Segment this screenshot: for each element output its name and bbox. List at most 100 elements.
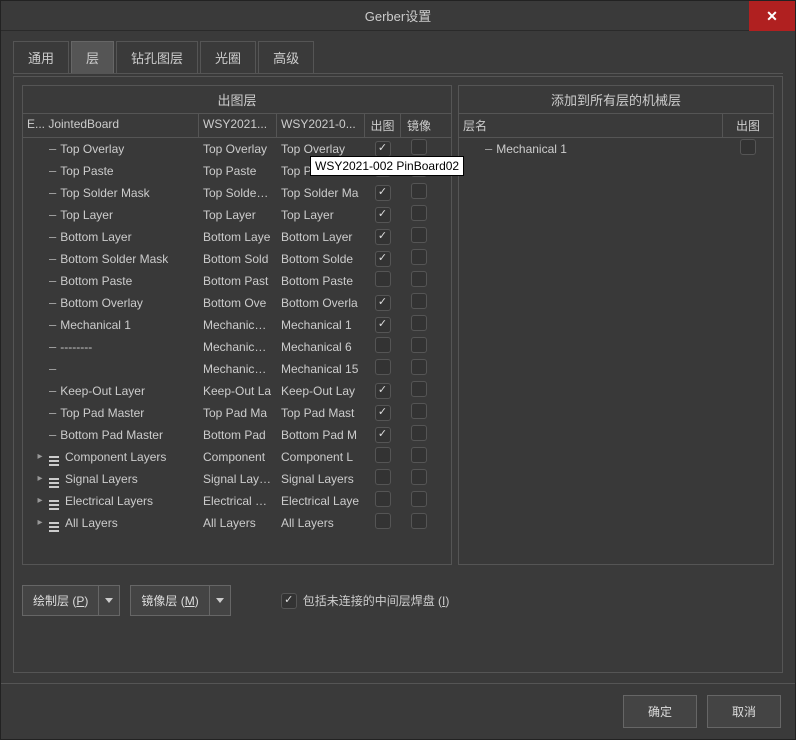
cell-board2: Mechanical 6 — [277, 338, 365, 356]
expander-icon[interactable]: ▸ — [35, 451, 45, 462]
table-row[interactable]: ▸All LayersAll LayersAll Layers — [23, 512, 451, 534]
close-button[interactable]: ✕ — [749, 1, 795, 31]
col-board1[interactable]: WSY2021... — [199, 114, 277, 137]
mirror-checkbox[interactable] — [411, 491, 427, 507]
mechanical-layers-body[interactable]: —Mechanical 1 — [459, 138, 773, 564]
tab-drill[interactable]: 钻孔图层 — [116, 41, 198, 73]
table-row[interactable]: —Mechanical 1Mechanical 1Mechanical 1 — [23, 314, 451, 336]
plot-checkbox[interactable] — [375, 469, 391, 485]
table-row[interactable]: —Top Pad MasterTop Pad MaTop Pad Mast — [23, 402, 451, 424]
plot-checkbox[interactable] — [375, 141, 391, 157]
cancel-button[interactable]: 取消 — [707, 695, 781, 728]
col-layer-name[interactable]: 层名 — [459, 114, 723, 137]
mirror-checkbox[interactable] — [411, 425, 427, 441]
tab-advanced[interactable]: 高级 — [258, 41, 314, 73]
plot-checkbox[interactable] — [375, 491, 391, 507]
tab-general[interactable]: 通用 — [13, 41, 69, 73]
expander-icon[interactable]: ▸ — [35, 517, 45, 528]
table-row[interactable]: —Bottom OverlayBottom OveBottom Overla — [23, 292, 451, 314]
mirror-checkbox[interactable] — [411, 315, 427, 331]
tab-aperture[interactable]: 光圈 — [200, 41, 256, 73]
cell-board2: Mechanical 15 — [277, 360, 365, 378]
table-row[interactable]: —Bottom Solder MaskBottom SoldBottom Sol… — [23, 248, 451, 270]
cell-board2: Component L — [277, 448, 365, 466]
mirror-checkbox[interactable] — [411, 403, 427, 419]
plot-layers-body[interactable]: —Top OverlayTop OverlayTop Overlay—Top P… — [23, 138, 451, 564]
mirror-checkbox[interactable] — [411, 271, 427, 287]
plot-checkbox[interactable] — [375, 513, 391, 529]
mirror-checkbox[interactable] — [411, 227, 427, 243]
plot-checkbox[interactable] — [375, 317, 391, 333]
expander-icon[interactable]: ▸ — [35, 495, 45, 506]
mirror-checkbox[interactable] — [411, 183, 427, 199]
plot-checkbox[interactable] — [375, 383, 391, 399]
table-row[interactable]: —Mechanical 1 — [459, 138, 773, 160]
layer-name: Mechanical 1 — [496, 142, 567, 156]
table-row[interactable]: —Bottom Pad MasterBottom PadBottom Pad M — [23, 424, 451, 446]
mirror-checkbox[interactable] — [411, 249, 427, 265]
expander-icon[interactable]: ▸ — [35, 473, 45, 484]
plot-checkbox[interactable] — [375, 405, 391, 421]
mirror-checkbox[interactable] — [411, 205, 427, 221]
col-mirror[interactable]: 镜像 — [401, 114, 437, 137]
layer-name: Bottom Solder Mask — [60, 252, 168, 266]
dialog-footer: 确定 取消 — [1, 683, 795, 739]
cell-board1: Bottom Sold — [199, 250, 277, 268]
mirror-checkbox[interactable] — [411, 359, 427, 375]
table-row[interactable]: —Mechanical 1Mechanical 15 — [23, 358, 451, 380]
cell-board2: Top Overlay — [277, 140, 365, 158]
plot-checkbox[interactable] — [375, 359, 391, 375]
mirror-checkbox[interactable] — [411, 139, 427, 155]
table-row[interactable]: ▸Signal LayersSignal LayersSignal Layers — [23, 468, 451, 490]
plot-checkbox[interactable] — [375, 271, 391, 287]
mirror-layer-button[interactable]: 镜像层 (M) — [130, 585, 209, 616]
plot-checkbox[interactable] — [375, 207, 391, 223]
cell-board1: Top Solder M — [199, 184, 277, 202]
table-row[interactable]: —Keep-Out LayerKeep-Out LaKeep-Out Lay — [23, 380, 451, 402]
layer-name: Top Layer — [60, 208, 113, 222]
plot-checkbox[interactable] — [375, 427, 391, 443]
table-row[interactable]: ▸Component LayersComponentComponent L — [23, 446, 451, 468]
mirror-checkbox[interactable] — [411, 381, 427, 397]
include-unconnected-check[interactable]: 包括未连接的中间层焊盘 (I) — [281, 592, 450, 609]
table-row[interactable]: —Bottom PasteBottom PastBottom Paste — [23, 270, 451, 292]
mirror-checkbox[interactable] — [411, 447, 427, 463]
mirror-checkbox[interactable] — [411, 469, 427, 485]
col-extension[interactable]: E... JointedBoard — [23, 114, 199, 137]
cell-board2: All Layers — [277, 514, 365, 532]
mirror-checkbox[interactable] — [411, 337, 427, 353]
mirror-checkbox[interactable] — [411, 293, 427, 309]
plot-checkbox[interactable] — [740, 139, 756, 155]
plot-checkbox[interactable] — [375, 337, 391, 353]
mirror-checkbox[interactable] — [411, 513, 427, 529]
col-board2[interactable]: WSY2021-0... — [277, 114, 365, 137]
plot-layer-dropdown[interactable] — [99, 585, 120, 616]
mirror-layer-dropdown[interactable] — [210, 585, 231, 616]
plot-layer-button[interactable]: 绘制层 (P) — [22, 585, 99, 616]
layer-name: Top Paste — [60, 164, 113, 178]
table-row[interactable]: ▸Electrical LayersElectrical LayElectric… — [23, 490, 451, 512]
cell-board1: Bottom Ove — [199, 294, 277, 312]
plot-checkbox[interactable] — [375, 185, 391, 201]
plot-checkbox[interactable] — [375, 447, 391, 463]
col-plot[interactable]: 出图 — [365, 114, 401, 137]
table-row[interactable]: —Bottom LayerBottom LayeBottom Layer — [23, 226, 451, 248]
col-layer-plot[interactable]: 出图 — [723, 114, 773, 137]
layer-icon: — — [49, 142, 56, 156]
layer-name: Bottom Paste — [60, 274, 132, 288]
plot-checkbox[interactable] — [375, 295, 391, 311]
plot-checkbox[interactable] — [375, 251, 391, 267]
tab-layers[interactable]: 层 — [71, 41, 114, 73]
bottom-controls: 绘制层 (P) 镜像层 (M) 包括未连接的中间层焊盘 (I) — [22, 585, 774, 616]
titlebar: Gerber设置 ✕ — [1, 1, 795, 31]
layer-name: Top Overlay — [60, 142, 124, 156]
table-row[interactable]: —Top Solder MaskTop Solder MTop Solder M… — [23, 182, 451, 204]
table-row[interactable]: —--------Mechanical 6Mechanical 6 — [23, 336, 451, 358]
table-row[interactable]: —Top LayerTop LayerTop Layer — [23, 204, 451, 226]
plot-checkbox[interactable] — [375, 229, 391, 245]
mechanical-layers-title: 添加到所有层的机械层 — [459, 86, 773, 114]
cell-board1: Bottom Laye — [199, 228, 277, 246]
layer-icon: — — [49, 230, 56, 244]
ok-button[interactable]: 确定 — [623, 695, 697, 728]
layer-icon: — — [49, 428, 56, 442]
